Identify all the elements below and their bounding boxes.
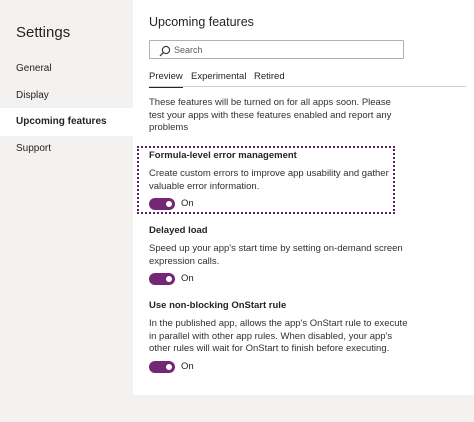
sidebar: Settings General Display Upcoming featur…	[0, 0, 133, 422]
bottom-strip	[133, 395, 474, 422]
feature-title: Use non-blocking OnStart rule	[149, 300, 287, 311]
toggle-label: On	[181, 360, 194, 372]
feature-non-blocking-onstart: Use non-blocking OnStart rule In the pub…	[149, 300, 411, 375]
search-icon	[159, 44, 171, 57]
feature-delayed-load: Delayed load Speed up your app's start t…	[149, 225, 411, 287]
settings-window: Settings General Display Upcoming featur…	[0, 0, 474, 422]
highlight-box	[137, 146, 395, 214]
sidebar-item-display[interactable]: Display	[0, 82, 133, 110]
search-box[interactable]	[149, 40, 404, 59]
sidebar-item-upcoming-features[interactable]: Upcoming features	[0, 108, 133, 136]
feature-description: In the published app, allows the app's O…	[149, 318, 408, 354]
feature-toggle[interactable]	[149, 273, 175, 285]
tab-experimental[interactable]: Experimental	[191, 71, 246, 85]
toggle-label: On	[181, 273, 194, 284]
sidebar-item-general[interactable]: General	[0, 55, 133, 83]
tab-divider	[149, 86, 466, 87]
toggle-row: On	[149, 360, 411, 375]
feature-toggle[interactable]	[149, 360, 175, 373]
toggle-row: On	[149, 273, 411, 287]
search-input[interactable]	[174, 41, 399, 58]
tab-retired[interactable]: Retired	[254, 71, 285, 85]
feature-title: Delayed load	[149, 225, 208, 236]
tab-preview[interactable]: Preview	[149, 71, 183, 88]
page-title: Upcoming features	[149, 15, 254, 29]
sidebar-item-support[interactable]: Support	[0, 135, 133, 163]
toggle-knob	[166, 276, 172, 282]
feature-description: Speed up your app's start time by settin…	[149, 243, 403, 267]
sidebar-title: Settings	[16, 24, 71, 41]
toggle-knob	[166, 363, 172, 370]
intro-text: These features will be turned on for all…	[149, 97, 392, 133]
